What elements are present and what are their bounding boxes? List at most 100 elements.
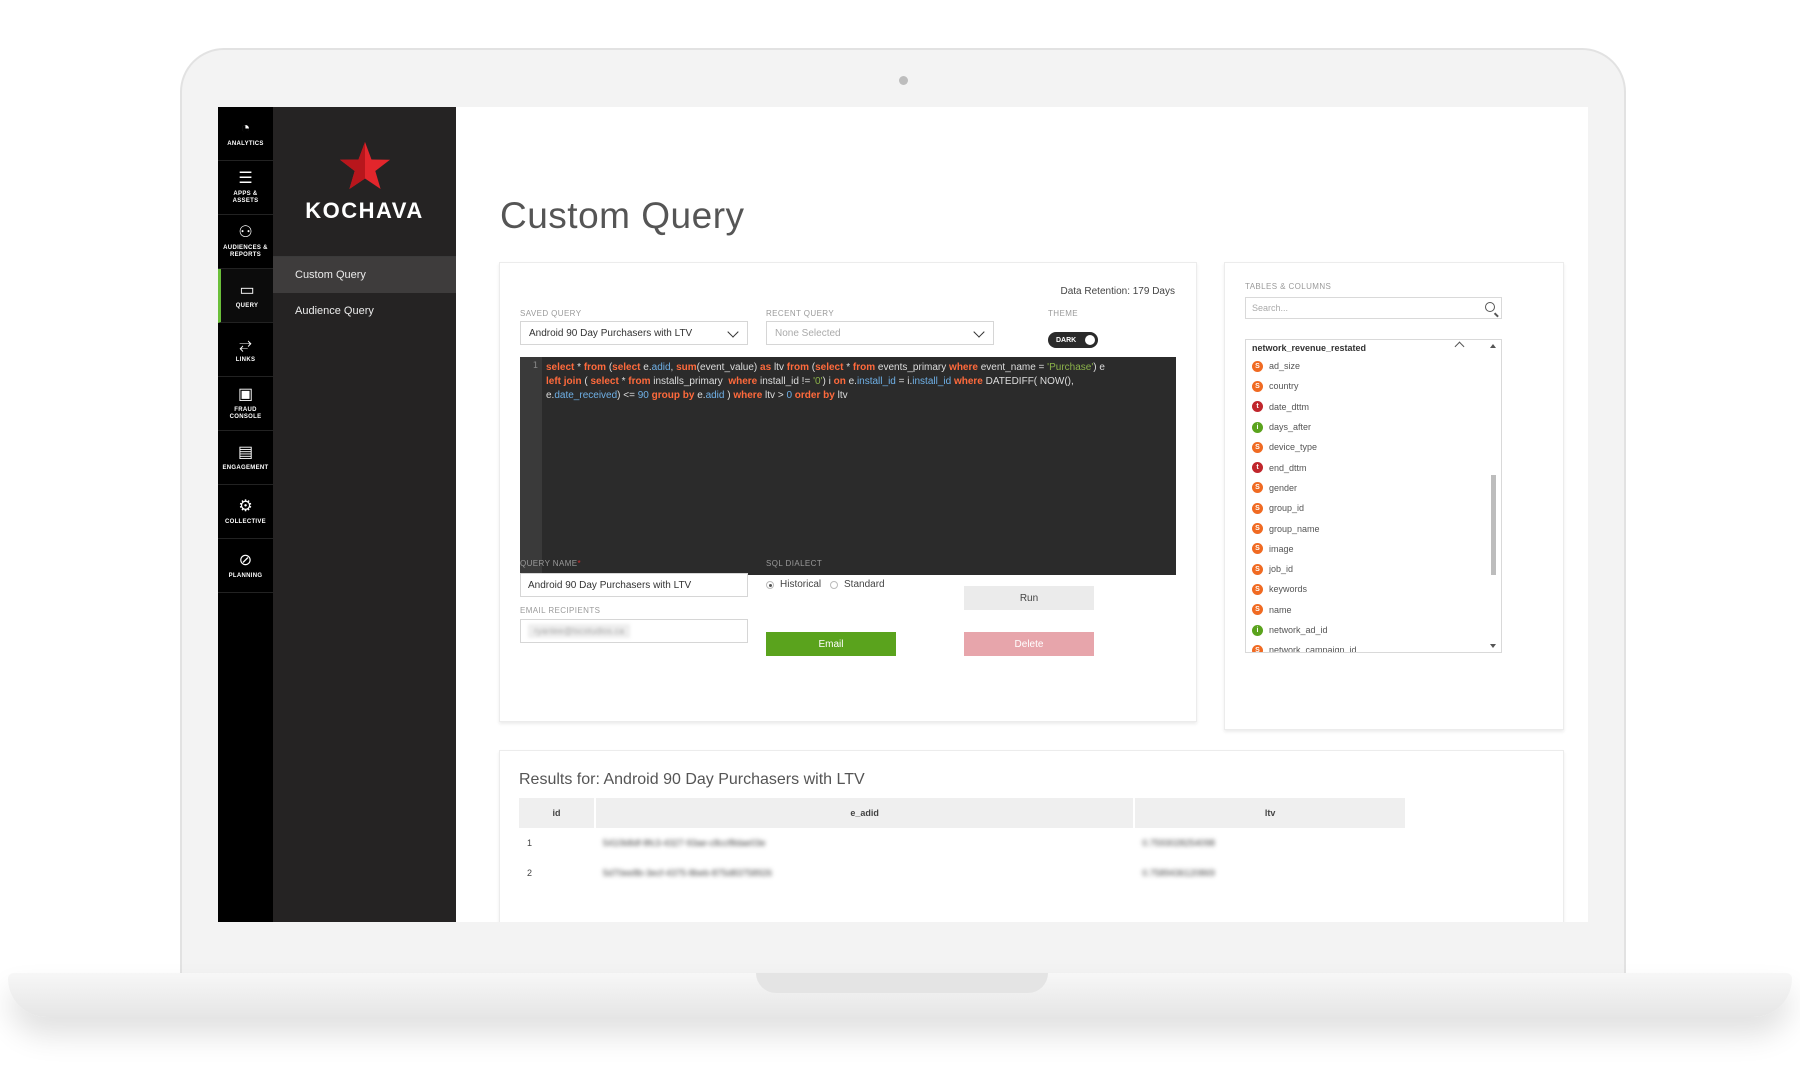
- cell-e-adid: 5410b8df-8fc3-4327-93ae-c8ccf8dae03e: [602, 838, 766, 848]
- table-name[interactable]: network_revenue_restated: [1246, 340, 1501, 356]
- column-item-gender[interactable]: Sgender: [1246, 478, 1501, 498]
- search-icon[interactable]: [1485, 302, 1495, 312]
- recent-query-select[interactable]: None Selected: [766, 321, 994, 345]
- recent-query-label: RECENT QUERY: [766, 309, 835, 318]
- dialect-standard-radio[interactable]: Standard: [830, 579, 885, 590]
- compass-icon: ⊘: [238, 551, 253, 569]
- tables-columns-label: TABLES & COLUMNS: [1245, 282, 1332, 291]
- results-panel: Results for: Android 90 Day Purchasers w…: [499, 750, 1564, 922]
- results-title: Results for: Android 90 Day Purchasers w…: [519, 771, 865, 788]
- rail-label: APPS & ASSETS: [232, 191, 259, 204]
- tables-columns-panel: TABLES & COLUMNS Search... network_reven…: [1224, 262, 1564, 730]
- rail-label: QUERY: [235, 302, 259, 309]
- scroll-down-icon[interactable]: [1490, 644, 1496, 648]
- column-item-network-campaign-id[interactable]: Snetwork_campaign_id: [1246, 640, 1501, 652]
- column-item-country[interactable]: Scountry: [1246, 376, 1501, 396]
- search-placeholder: Search...: [1252, 303, 1289, 313]
- nav-item-audience-query[interactable]: Audience Query: [273, 293, 456, 329]
- column-item-device-type[interactable]: Sdevice_type: [1246, 437, 1501, 457]
- column-type-badge-icon: S: [1252, 502, 1263, 514]
- rail-item-collective[interactable]: ⚙ COLLECTIVE: [218, 485, 273, 539]
- collapse-caret-icon[interactable]: [1454, 341, 1465, 352]
- rail-item-analytics[interactable]: ◔ ANALYTICS: [218, 107, 273, 161]
- column-item-end-dttm[interactable]: t end_dttm: [1246, 457, 1501, 477]
- results-table: id e_adid ltv 1 5410b8df-8fc3-4327-93ae-…: [519, 798, 1407, 888]
- column-item-group-name[interactable]: Sgroup_name: [1246, 518, 1501, 538]
- column-item-image[interactable]: Simage: [1246, 539, 1501, 559]
- column-item-keywords[interactable]: Skeywords: [1246, 579, 1501, 599]
- dialect-historical-radio[interactable]: Historical: [766, 579, 821, 590]
- brand-name: KOCHAVA: [305, 197, 424, 223]
- link-icon: ⥂: [239, 335, 252, 353]
- sql-editor[interactable]: 1 select * from (select e.adid, sum(even…: [520, 357, 1176, 575]
- column-name: name: [1269, 604, 1292, 615]
- column-item-group-id[interactable]: Sgroup_id: [1246, 498, 1501, 518]
- rail-item-query[interactable]: ▭ QUERY: [218, 269, 273, 323]
- column-name: end_dttm: [1269, 462, 1307, 473]
- column-name: ad_size: [1269, 361, 1301, 372]
- rail-item-planning[interactable]: ⊘ PLANNING: [218, 539, 273, 593]
- rail-item-engagement[interactable]: ▤ ENGAGEMENT: [218, 431, 273, 485]
- header-e-adid[interactable]: e_adid: [594, 798, 1136, 828]
- rail-item-links[interactable]: ⥂ LINKS: [218, 323, 273, 377]
- brand: KOCHAVA: [273, 107, 456, 257]
- rail-label: LINKS: [235, 356, 256, 363]
- column-list: Sad_size Scountry t date_dttm i days_after Sde…: [1246, 356, 1501, 652]
- data-retention: Data Retention: 179 Days: [1060, 286, 1175, 297]
- column-name: gender: [1269, 482, 1298, 493]
- column-type-badge-icon: S: [1252, 380, 1263, 392]
- cell-ltv: 0.7593028254098: [1142, 838, 1215, 848]
- column-item-date-dttm[interactable]: t date_dttm: [1246, 397, 1501, 417]
- saved-query-select[interactable]: Android 90 Day Purchasers with LTV: [520, 321, 748, 345]
- column-item-ad-size[interactable]: Sad_size: [1246, 356, 1501, 376]
- saved-query-label: SAVED QUERY: [520, 309, 582, 318]
- camera-dot: [899, 76, 908, 85]
- analytics-icon: ◔: [240, 119, 251, 137]
- column-item-job-id[interactable]: Sjob_id: [1246, 559, 1501, 579]
- cell-e-adid: 5d70ee8b-3ecf-4375-8beb-875d83758926: [602, 868, 773, 878]
- header-id[interactable]: id: [519, 798, 596, 828]
- column-name: job_id: [1269, 564, 1294, 575]
- theme-toggle-text: DARK: [1056, 336, 1077, 344]
- delete-button[interactable]: Delete: [964, 632, 1094, 656]
- email-recipients-input[interactable]: ryanlee@lscstudios.ca: [520, 619, 748, 643]
- chat-icon: ▤: [237, 443, 254, 461]
- column-type-badge-icon: S: [1252, 604, 1263, 616]
- nav-item-custom-query[interactable]: Custom Query: [273, 257, 456, 293]
- column-type-badge-icon: S: [1252, 360, 1263, 372]
- scrollbar-thumb[interactable]: [1491, 475, 1496, 575]
- scroll-up-icon[interactable]: [1490, 344, 1496, 348]
- email-button[interactable]: Email: [766, 632, 896, 656]
- line-gutter: 1: [520, 357, 542, 575]
- column-name: network_ad_id: [1269, 625, 1328, 635]
- required-asterisk: *: [577, 559, 582, 568]
- rail-item-fraud-console[interactable]: ▣ FRAUD CONSOLE: [218, 377, 273, 431]
- results-header-row: id e_adid ltv: [519, 798, 1407, 828]
- column-item-network-ad-id[interactable]: i network_ad_id: [1246, 620, 1501, 640]
- email-recipients-label: EMAIL RECIPIENTS: [520, 606, 601, 615]
- chevron-down-icon: [973, 326, 985, 338]
- column-name: keywords: [1269, 584, 1308, 595]
- column-type-badge-icon: S: [1252, 482, 1263, 494]
- email-chip[interactable]: ryanlee@lscstudios.ca: [528, 624, 631, 638]
- sql-code[interactable]: select * from (select e.adid, sum(event_…: [546, 361, 1168, 403]
- tables-search-input[interactable]: Search...: [1245, 297, 1502, 319]
- run-button[interactable]: Run: [964, 586, 1094, 610]
- theme-label: THEME: [1048, 309, 1078, 318]
- column-item-days-after[interactable]: i days_after: [1246, 417, 1501, 437]
- rail-item-apps-assets[interactable]: ☰ APPS & ASSETS: [218, 161, 273, 215]
- column-type-badge-icon: i: [1252, 421, 1263, 433]
- cell-id: 1: [527, 838, 533, 848]
- column-item-name[interactable]: Sname: [1246, 600, 1501, 620]
- page-title: Custom Query: [500, 195, 745, 236]
- sql-dialect-label: SQL DIALECT: [766, 559, 823, 568]
- query-name-label: QUERY NAME*: [520, 559, 582, 568]
- rail-item-audiences-reports[interactable]: ⚇ AUDIENCES & REPORTS: [218, 215, 273, 269]
- theme-toggle[interactable]: DARK: [1048, 332, 1098, 348]
- star-logo-icon: [339, 141, 390, 189]
- column-type-badge-icon: S: [1252, 563, 1263, 575]
- header-ltv[interactable]: ltv: [1134, 798, 1407, 828]
- query-name-input[interactable]: Android 90 Day Purchasers with LTV: [520, 573, 748, 597]
- column-type-badge-icon: t: [1252, 462, 1263, 474]
- column-type-badge-icon: S: [1252, 441, 1263, 453]
